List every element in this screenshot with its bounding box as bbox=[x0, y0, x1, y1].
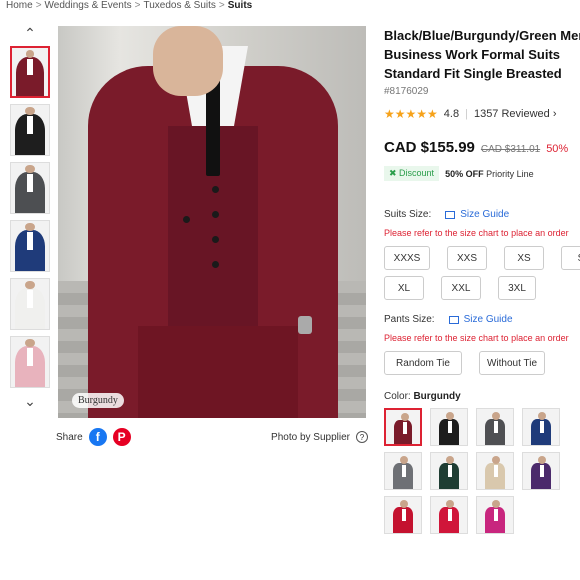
original-price: CAD $311.01 bbox=[480, 144, 541, 155]
pants-size-header: Pants Size: Size Guide bbox=[384, 314, 580, 325]
breadcrumb-separator: > bbox=[134, 0, 141, 11]
breadcrumb-current: Suits bbox=[227, 0, 253, 11]
title-line: Business Work Formal Suits bbox=[384, 47, 561, 62]
breadcrumb-separator: > bbox=[218, 0, 225, 11]
breadcrumb-tuxedos[interactable]: Tuxedos & Suits bbox=[143, 0, 215, 11]
product-info-panel: Black/Blue/Burgundy/Green Men Business W… bbox=[384, 26, 580, 534]
size-guide-link[interactable]: Size Guide bbox=[448, 314, 513, 325]
size-option[interactable]: XXS bbox=[447, 246, 487, 270]
size-guide-link[interactable]: Size Guide bbox=[445, 209, 509, 220]
size-option[interactable]: XL bbox=[384, 276, 424, 300]
rating-value: 4.8 bbox=[443, 108, 460, 120]
color-swatches bbox=[384, 408, 580, 534]
color-swatch-grey[interactable] bbox=[476, 408, 514, 446]
color-swatch-purple[interactable] bbox=[522, 452, 560, 490]
chevron-up-icon[interactable]: ⌃ bbox=[8, 25, 52, 41]
reviews-link[interactable]: 1357 Reviewed › bbox=[474, 108, 557, 120]
star-rating-icon: ★★★★★ bbox=[384, 107, 438, 121]
color-swatch-champagne[interactable] bbox=[476, 452, 514, 490]
current-price: CAD $155.99 bbox=[384, 139, 475, 156]
size-option[interactable]: Random Tie bbox=[384, 351, 462, 375]
color-swatch-black[interactable] bbox=[430, 408, 468, 446]
color-swatch-burgundy[interactable] bbox=[384, 408, 422, 446]
discount-percent: 50% bbox=[546, 143, 569, 155]
thumbnail-strip: ⌃ ⌄ bbox=[8, 25, 52, 409]
size-option[interactable]: Without Tie bbox=[479, 351, 545, 375]
color-label-prefix: Color: bbox=[384, 391, 414, 402]
size-guide-label: Size Guide bbox=[463, 314, 513, 325]
color-swatch-dark-green[interactable] bbox=[430, 452, 468, 490]
discount-tag: ✖ Discount bbox=[384, 166, 440, 181]
product-title: Black/Blue/Burgundy/Green Men Business W… bbox=[384, 26, 580, 83]
color-label: Color: Burgundy bbox=[384, 391, 580, 402]
chevron-down-icon[interactable]: ⌄ bbox=[8, 393, 52, 409]
pants-size-options: Random Tie Without Tie bbox=[384, 351, 580, 375]
color-swatch-fuchsia[interactable] bbox=[476, 496, 514, 534]
size-note: Please refer to the size chart to place … bbox=[384, 333, 569, 343]
discount-amount: 50% OFF bbox=[445, 168, 484, 179]
pinterest-icon[interactable]: P bbox=[112, 428, 131, 446]
price-row: CAD $155.99 CAD $311.01 50% bbox=[384, 139, 580, 156]
pants-size-label: Pants Size: bbox=[384, 314, 435, 325]
color-swatch-navy[interactable] bbox=[522, 408, 560, 446]
help-icon[interactable]: ? bbox=[356, 431, 368, 443]
thumbnail-black[interactable] bbox=[10, 104, 50, 156]
thumbnail-grey[interactable] bbox=[10, 162, 50, 214]
rating-row: ★★★★★ 4.8 | 1357 Reviewed › bbox=[384, 107, 580, 121]
color-swatch-scarlet[interactable] bbox=[430, 496, 468, 534]
share-label: Share bbox=[56, 431, 83, 443]
discount-row: ✖ Discount 50% OFF Priority Line bbox=[384, 166, 580, 181]
size-note: Please refer to the size chart to place … bbox=[384, 228, 569, 238]
breadcrumb-home[interactable]: Home bbox=[6, 0, 33, 11]
suits-size-options: XXXS XXS XS S XL XXL 3XL bbox=[384, 246, 580, 300]
main-product-image[interactable]: Burgundy bbox=[58, 26, 366, 418]
facebook-icon[interactable]: f bbox=[88, 428, 107, 446]
size-option[interactable]: XXL bbox=[441, 276, 481, 300]
suits-size-header: Suits Size: Size Guide bbox=[384, 209, 580, 220]
thumbnail-pink[interactable] bbox=[10, 336, 50, 388]
thumbnail-burgundy[interactable] bbox=[10, 46, 50, 98]
title-line: Standard Fit Single Breasted bbox=[384, 66, 562, 81]
breadcrumb-separator: > bbox=[35, 0, 42, 11]
share-bar: Share f P Photo by Supplier ? bbox=[56, 428, 368, 446]
discount-text: 50% OFF Priority Line bbox=[445, 169, 534, 179]
breadcrumb: Home > Weddings & Events > Tuxedos & Suits > S… bbox=[6, 0, 252, 11]
title-line: Black/Blue/Burgundy/Green Men bbox=[384, 28, 580, 43]
image-color-label: Burgundy bbox=[72, 393, 124, 408]
breadcrumb-weddings[interactable]: Weddings & Events bbox=[45, 0, 132, 11]
discount-suffix: Priority Line bbox=[483, 168, 534, 179]
product-sku: #8176029 bbox=[384, 86, 429, 97]
thumbnail-blue[interactable] bbox=[10, 220, 50, 272]
ruler-icon bbox=[445, 210, 456, 219]
suits-size-label: Suits Size: bbox=[384, 209, 432, 220]
color-swatch-red[interactable] bbox=[384, 496, 422, 534]
thumbnail-white[interactable] bbox=[10, 278, 50, 330]
size-option[interactable]: XXXS bbox=[384, 246, 430, 270]
size-option[interactable]: XS bbox=[504, 246, 544, 270]
divider: | bbox=[465, 108, 468, 120]
size-guide-label: Size Guide bbox=[460, 209, 510, 220]
ruler-icon bbox=[448, 315, 459, 324]
photo-credit: Photo by Supplier bbox=[271, 431, 350, 443]
size-option[interactable]: S bbox=[561, 246, 580, 270]
selected-color: Burgundy bbox=[413, 391, 461, 402]
size-option[interactable]: 3XL bbox=[498, 276, 536, 300]
color-swatch-light-grey[interactable] bbox=[384, 452, 422, 490]
